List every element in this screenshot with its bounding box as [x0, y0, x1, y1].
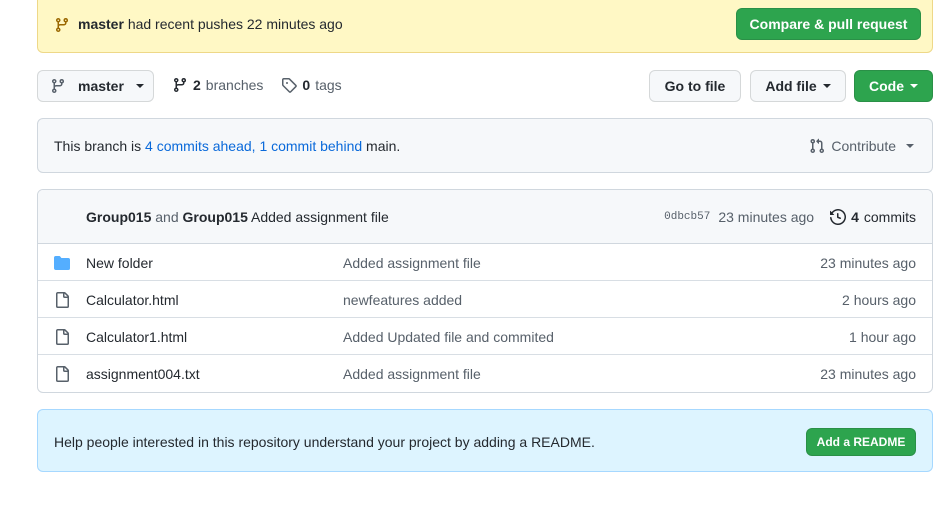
commit-age: 23 minutes ago [718, 209, 815, 225]
file-icon [54, 366, 70, 382]
add-file-button[interactable]: Add file [750, 70, 846, 102]
file-name-link[interactable]: Calculator1.html [86, 329, 187, 345]
file-commit-message-link[interactable]: newfeatures added [343, 292, 462, 308]
add-file-label: Add file [765, 78, 817, 94]
commits-count: 4 [851, 209, 859, 225]
git-branch-icon [54, 17, 70, 33]
file-row: assignment004.txt Added assignment file … [38, 355, 932, 392]
chevron-down-icon [822, 84, 831, 88]
commits-label: commits [863, 209, 916, 225]
file-age: 1 hour ago [849, 329, 916, 345]
commit-message-link[interactable]: Added assignment file [251, 209, 389, 225]
branches-link[interactable]: 2 branches [172, 77, 263, 93]
latest-commit-header: Group015 and Group015 Added assignment f… [38, 190, 932, 244]
push-message: master had recent pushes 22 minutes ago [78, 16, 343, 32]
contribute-dropdown[interactable]: Contribute [809, 138, 914, 154]
file-icon [54, 292, 70, 308]
commits-ahead-link[interactable]: 4 commits ahead, [145, 138, 256, 154]
file-age: 23 minutes ago [820, 366, 916, 382]
readme-prompt-text: Help people interested in this repositor… [54, 434, 595, 450]
history-icon [830, 209, 847, 225]
tags-link[interactable]: 0 tags [281, 77, 342, 93]
branch-compare-box: This branch is 4 commits ahead, 1 commit… [37, 118, 933, 173]
branch-select-button[interactable]: master [37, 70, 154, 102]
file-name-link[interactable]: Calculator.html [86, 292, 179, 308]
file-age: 23 minutes ago [820, 255, 916, 271]
file-commit-message-link[interactable]: Added assignment file [343, 255, 481, 271]
commit-meta: 0dbcb57 23 minutes ago 4 commits [664, 209, 916, 225]
folder-icon [54, 255, 70, 271]
file-age: 2 hours ago [842, 292, 916, 308]
file-row: Calculator1.html Added Updated file and … [38, 318, 932, 355]
contribute-label: Contribute [831, 138, 896, 154]
tags-label: tags [315, 77, 342, 93]
readme-prompt-banner: Help people interested in this repositor… [37, 409, 933, 472]
chevron-down-icon [906, 144, 914, 148]
recent-push-banner: master had recent pushes 22 minutes ago … [37, 0, 933, 53]
tags-count: 0 [302, 77, 311, 93]
commit-hash-link[interactable]: 0dbcb57 [664, 211, 710, 223]
file-name-link[interactable]: assignment004.txt [86, 366, 200, 382]
branches-count: 2 [193, 77, 201, 93]
file-name-link[interactable]: New folder [86, 255, 153, 271]
git-branch-icon [50, 78, 66, 94]
chevron-down-icon [910, 84, 918, 88]
file-row: Calculator.html newfeatures added 2 hour… [38, 281, 932, 318]
git-branch-icon [172, 77, 188, 93]
file-browser: Group015 and Group015 Added assignment f… [37, 189, 933, 393]
compare-pull-request-button[interactable]: Compare & pull request [736, 8, 921, 40]
commits-behind-link[interactable]: 1 commit behind [259, 138, 362, 154]
pull-request-icon [809, 138, 825, 154]
code-button[interactable]: Code [854, 70, 933, 102]
file-row: New folder Added assignment file 23 minu… [38, 244, 932, 281]
file-icon [54, 329, 70, 345]
tag-icon [281, 77, 298, 93]
code-label: Code [869, 78, 904, 94]
push-branch-name[interactable]: master [78, 16, 124, 32]
current-branch-label: master [78, 78, 124, 94]
file-commit-message-link[interactable]: Added Updated file and commited [343, 329, 554, 345]
commit-coauthor-link[interactable]: Group015 [183, 209, 248, 225]
latest-commit-summary: Group015 and Group015 Added assignment f… [86, 209, 389, 225]
compare-text: This branch is 4 commits ahead, 1 commit… [54, 138, 401, 154]
commit-author-link[interactable]: Group015 [86, 209, 151, 225]
go-to-file-button[interactable]: Go to file [649, 70, 741, 102]
add-readme-button[interactable]: Add a README [806, 428, 916, 456]
branch-meta: 2 branches 0 tags [172, 77, 342, 93]
branches-label: branches [205, 77, 264, 93]
file-commit-message-link[interactable]: Added assignment file [343, 366, 481, 382]
chevron-down-icon [135, 84, 144, 88]
commits-history-link[interactable]: 4 commits [830, 209, 916, 225]
